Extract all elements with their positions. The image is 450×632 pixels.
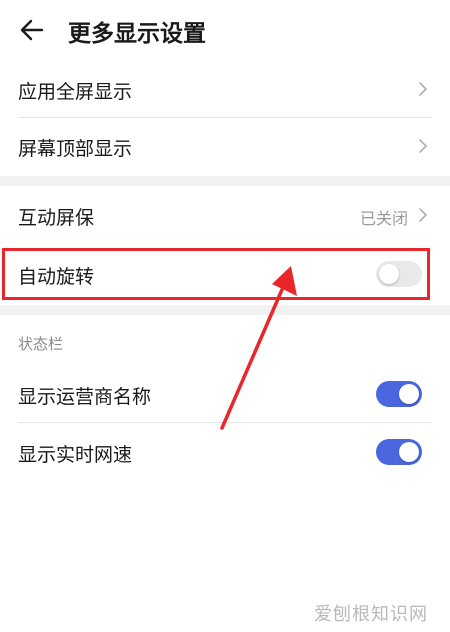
toggle-knob: [399, 442, 419, 462]
settings-item-screensaver[interactable]: 互动屏保 已关闭: [0, 186, 450, 244]
section-separator: [0, 305, 450, 315]
page-title: 更多显示设置: [68, 21, 206, 47]
watermark-text: 爱刨根知识网: [314, 604, 428, 625]
annotation-highlight-box: [2, 248, 430, 300]
settings-item-top-display[interactable]: 屏幕顶部显示: [0, 118, 450, 174]
settings-item-label: 互动屏保: [18, 207, 95, 229]
arrow-left-icon[interactable]: [18, 16, 46, 44]
toggle-knob: [399, 384, 419, 404]
settings-item-net-speed[interactable]: 显示实时网速: [0, 423, 450, 481]
section-title: 状态栏: [18, 335, 64, 353]
net-speed-toggle[interactable]: [376, 439, 422, 465]
settings-item-label: 屏幕顶部显示: [18, 138, 133, 160]
settings-item-fullscreen[interactable]: 应用全屏显示: [0, 60, 450, 118]
settings-item-label: 应用全屏显示: [18, 81, 133, 103]
status-value: 已关闭: [359, 209, 408, 228]
carrier-name-toggle[interactable]: [376, 381, 422, 407]
chevron-right-icon: [419, 82, 427, 96]
settings-item-carrier-name[interactable]: 显示运营商名称: [0, 366, 450, 422]
section-separator: [0, 176, 450, 186]
header: 更多显示设置: [0, 0, 450, 60]
settings-item-label: 显示实时网速: [18, 444, 133, 466]
chevron-right-icon: [419, 139, 427, 153]
chevron-right-icon: [419, 208, 427, 222]
settings-item-label: 显示运营商名称: [18, 386, 152, 408]
